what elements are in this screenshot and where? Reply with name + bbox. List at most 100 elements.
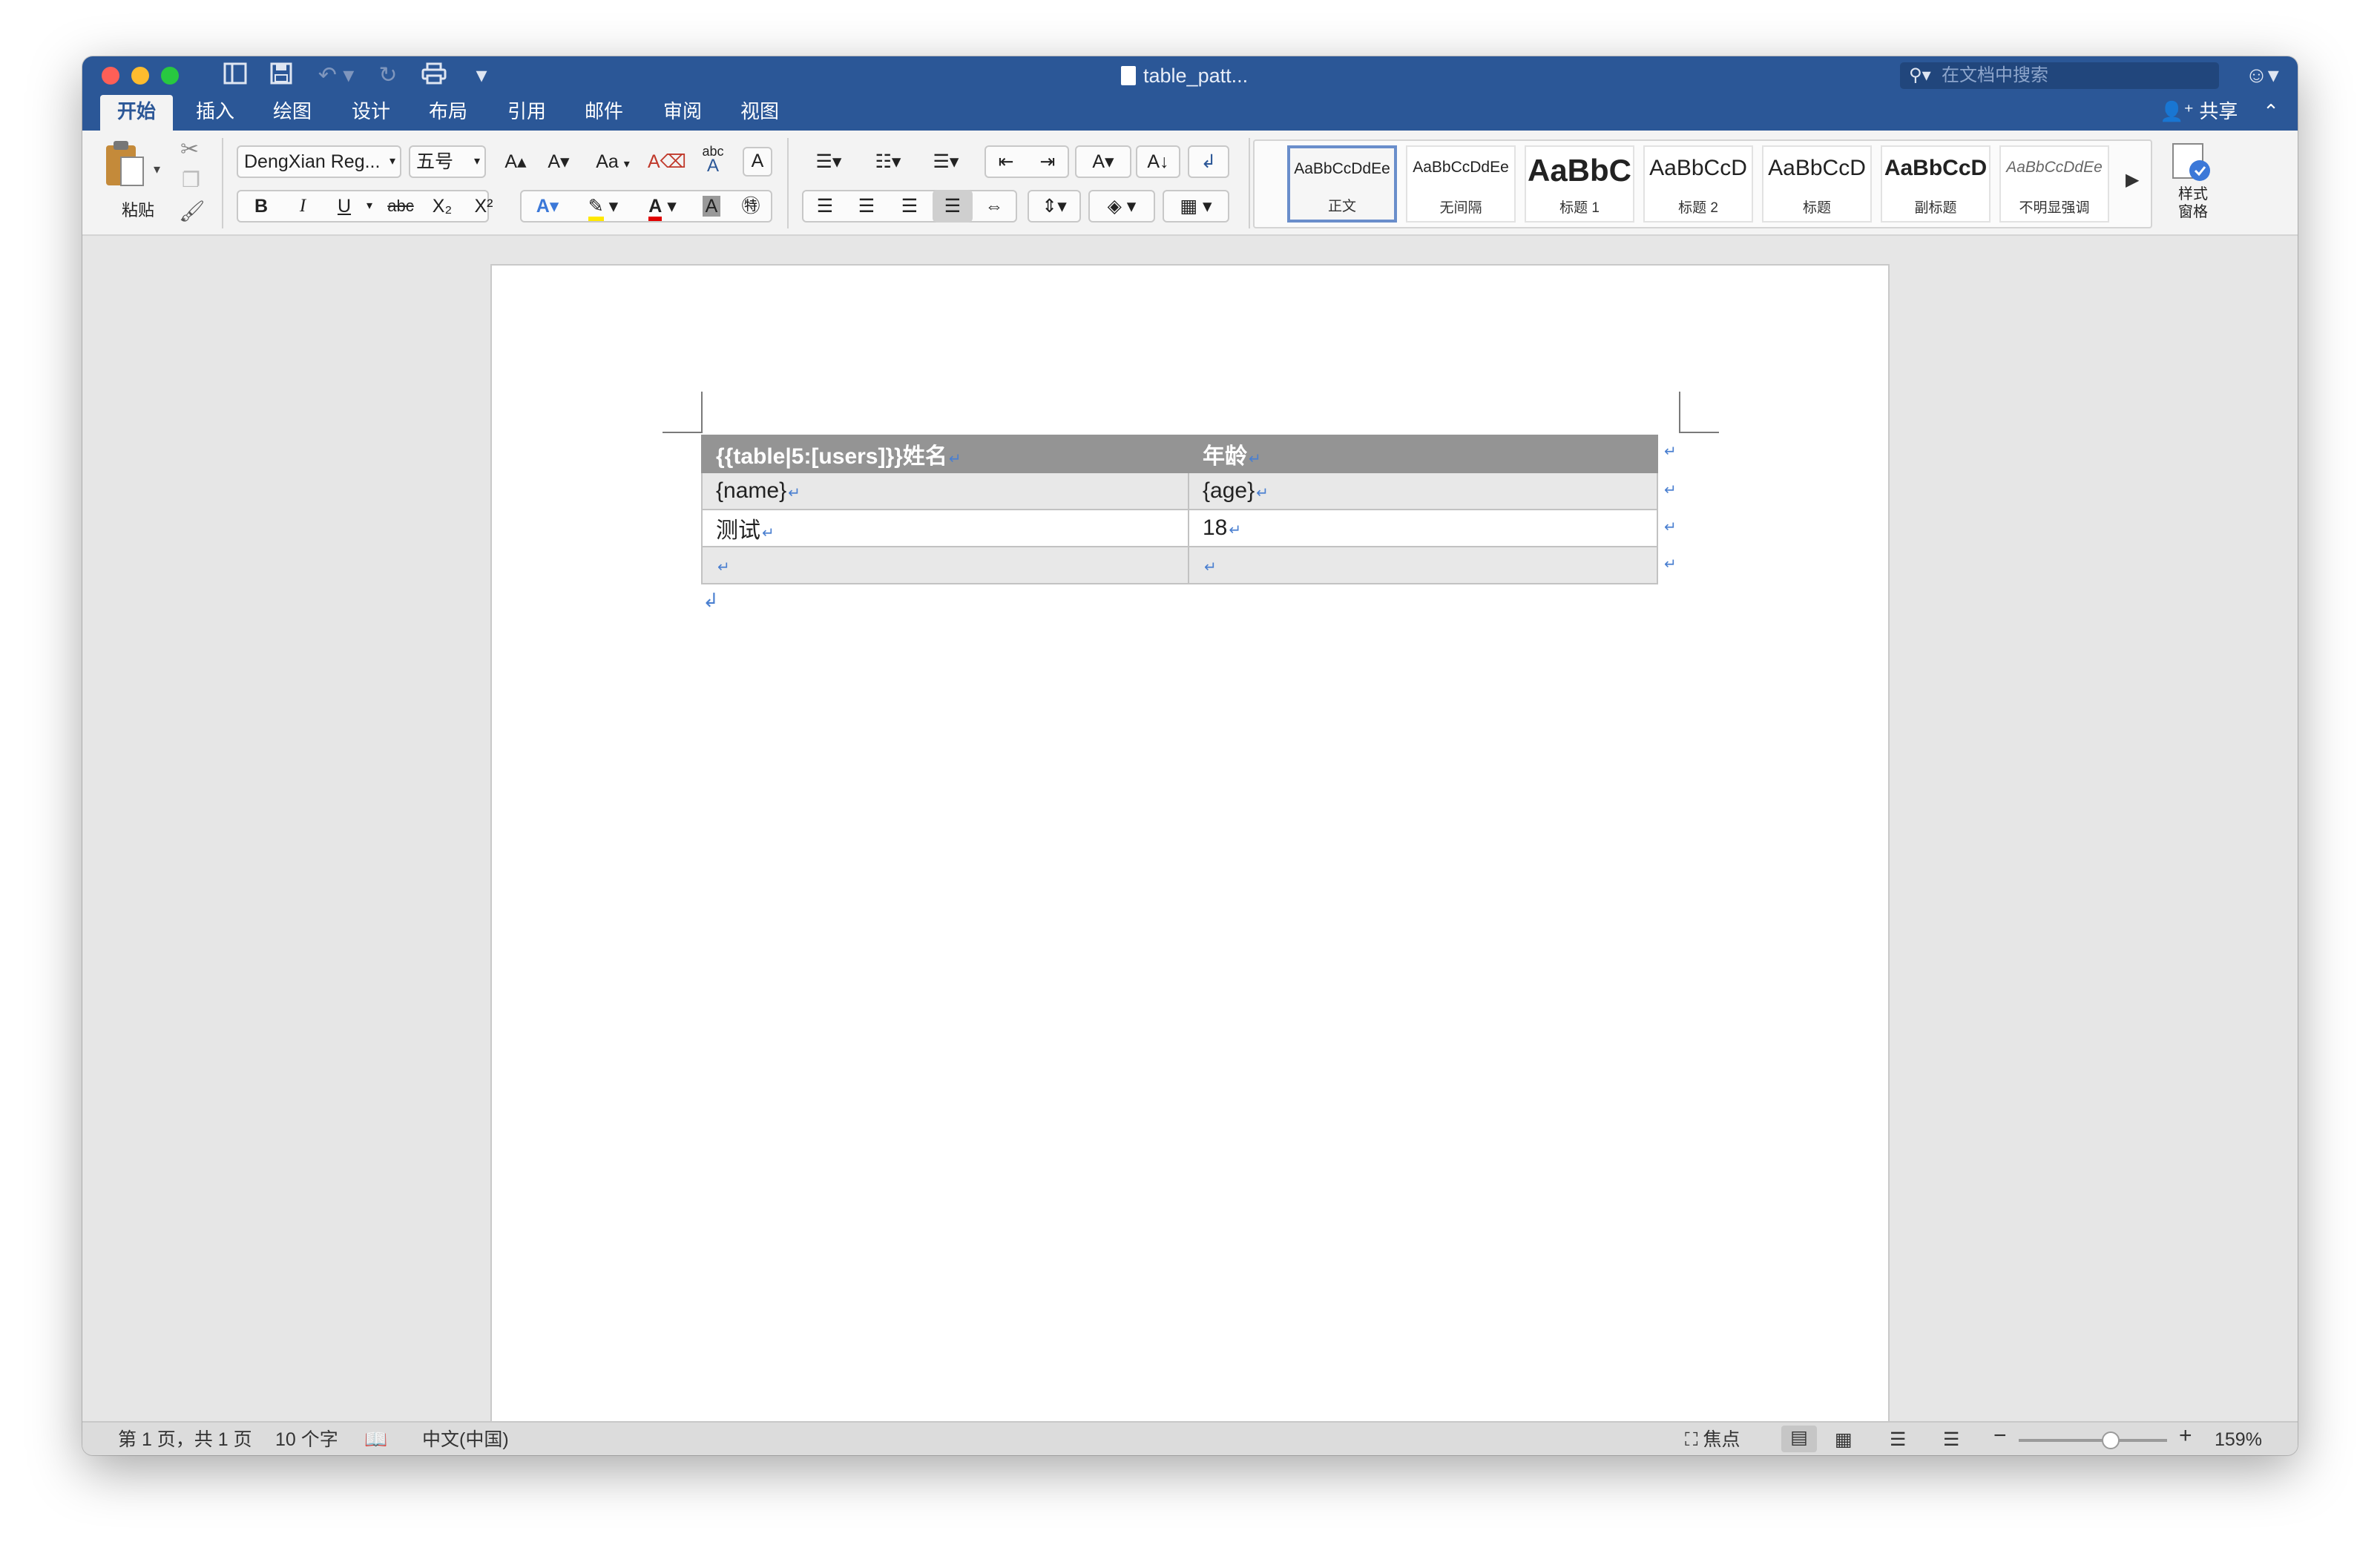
asian-layout-icon[interactable]: A▾ — [1075, 145, 1131, 178]
borders-icon[interactable]: ▦ ▾ — [1163, 190, 1229, 223]
zoom-window-button[interactable] — [161, 67, 179, 85]
share-button[interactable]: 👤⁺ 共享 — [2160, 95, 2256, 131]
tab-mailings[interactable]: 邮件 — [568, 95, 640, 131]
paste-dropdown-icon[interactable]: ▾ — [154, 162, 160, 177]
proofing-icon[interactable]: 📖 — [364, 1428, 387, 1452]
numbering-icon[interactable]: ☷▾ — [861, 145, 915, 178]
customize-toolbar-icon[interactable]: ▾ — [467, 62, 496, 89]
table-cell[interactable]: 18 ↵ — [1188, 509, 1658, 547]
data-table[interactable]: {{table|5:[users]}}姓名 ↵ 年龄 ↵ {name} ↵ {age}… — [701, 435, 1658, 584]
copy-icon[interactable]: ❐ — [182, 168, 200, 192]
justify-icon[interactable]: ☰ — [933, 190, 973, 223]
cut-icon[interactable]: ✂ — [180, 136, 199, 162]
zoom-slider-track[interactable] — [2019, 1439, 2167, 1442]
zoom-in-button[interactable]: + — [2179, 1424, 2192, 1448]
sort-icon[interactable]: A↓ — [1136, 145, 1180, 178]
zoom-out-button[interactable]: − — [1993, 1424, 2007, 1448]
bold-button[interactable]: B — [243, 190, 280, 223]
change-case-button[interactable]: Aa ▾ — [587, 145, 639, 178]
search-input[interactable]: ⚲▾ 在文档中搜索 — [1900, 62, 2219, 89]
style-subtitle[interactable]: AaBbCcD 副标题 — [1881, 145, 1991, 223]
multilevel-list-icon[interactable]: ☰▾ — [919, 145, 973, 178]
tab-home[interactable]: 开始 — [100, 95, 173, 131]
style-label: 标题 2 — [1678, 200, 1718, 216]
align-left-icon[interactable]: ☰ — [805, 190, 845, 223]
minimize-window-button[interactable] — [131, 67, 149, 85]
language-indicator[interactable]: 中文(中国) — [422, 1428, 509, 1452]
italic-button[interactable]: I — [284, 190, 321, 223]
underline-button[interactable]: U — [326, 190, 363, 223]
tab-design[interactable]: 设计 — [335, 95, 407, 131]
outline-view-icon[interactable]: ☰ — [1890, 1428, 1906, 1452]
header-age-text: 年龄 — [1203, 444, 1247, 469]
table-cell[interactable]: {name} ↵ — [701, 472, 1189, 510]
style-heading-1[interactable]: AaBbC 标题 1 — [1525, 145, 1634, 223]
underline-dropdown-icon[interactable]: ▾ — [361, 190, 378, 223]
style-heading-2[interactable]: AaBbCcD 标题 2 — [1643, 145, 1753, 223]
font-size-select[interactable]: 五号 ▾ — [409, 145, 486, 178]
line-spacing-icon[interactable]: ⇕▾ — [1028, 190, 1081, 223]
tab-review[interactable]: 审阅 — [646, 95, 719, 131]
subscript-button[interactable]: X₂ — [424, 190, 461, 223]
word-count[interactable]: 10 个字 — [275, 1428, 338, 1452]
smiley-feedback-icon[interactable]: ☺▾ — [2240, 62, 2284, 89]
focus-mode-button[interactable]: ⛶ 焦点 — [1685, 1428, 1740, 1452]
phonetic-guide-button[interactable]: abc A — [692, 142, 734, 175]
tab-draw[interactable]: 绘图 — [256, 95, 329, 131]
shading-icon[interactable]: ◈ ▾ — [1088, 190, 1155, 223]
superscript-button[interactable]: X² — [465, 190, 502, 223]
character-shading-icon[interactable]: A — [695, 190, 728, 223]
print-icon[interactable] — [418, 62, 450, 89]
zoom-level[interactable]: 159% — [2215, 1428, 2262, 1452]
font-name-select[interactable]: DengXian Reg... ▾ — [237, 145, 401, 178]
table-cell[interactable]: ↵ — [701, 546, 1189, 584]
style-normal[interactable]: AaBbCcDdEe 正文 — [1287, 145, 1397, 223]
table-cell[interactable]: {{table|5:[users]}}姓名 ↵ — [701, 435, 1189, 473]
styles-more-icon[interactable]: ▶ — [2126, 169, 2139, 191]
font-color-icon[interactable]: A ▾ — [636, 190, 689, 223]
document-page[interactable]: {{table|5:[users]}}姓名 ↵ 年龄 ↵ {name} ↵ {age}… — [492, 266, 1888, 1423]
tab-view[interactable]: 视图 — [723, 95, 796, 131]
page-count[interactable]: 第 1 页，共 1 页 — [118, 1428, 252, 1452]
text-effects-icon[interactable]: A▾ — [525, 190, 571, 223]
character-border-button[interactable]: A — [743, 147, 772, 177]
print-layout-icon[interactable]: ▤ — [1781, 1426, 1817, 1452]
increase-indent-icon[interactable]: ⇥ — [1028, 145, 1068, 178]
distributed-icon[interactable]: ⇔ — [974, 190, 1014, 223]
decrease-indent-icon[interactable]: ⇤ — [986, 145, 1026, 178]
highlight-color-icon[interactable]: ✎ ▾ — [576, 190, 630, 223]
bullets-icon[interactable]: ☰▾ — [802, 145, 855, 178]
collapse-ribbon-icon[interactable]: ⌃ — [2256, 95, 2286, 131]
sidebar-toggle-icon[interactable] — [220, 62, 250, 89]
tab-references[interactable]: 引用 — [490, 95, 563, 131]
table-cell[interactable]: 年龄 ↵ — [1188, 435, 1658, 473]
close-window-button[interactable] — [102, 67, 119, 85]
table-cell[interactable]: 测试 ↵ — [701, 509, 1189, 547]
document-area[interactable]: {{table|5:[users]}}姓名 ↵ 年龄 ↵ {name} ↵ {age}… — [82, 236, 2298, 1423]
tab-layout[interactable]: 布局 — [412, 95, 484, 131]
style-subtle-emphasis[interactable]: AaBbCcDdEe 不明显强调 — [1999, 145, 2109, 223]
style-no-spacing[interactable]: AaBbCcDdEe 无间隔 — [1406, 145, 1516, 223]
save-icon[interactable] — [266, 62, 296, 89]
styles-pane-button[interactable]: 样式 窗格 — [2160, 139, 2226, 228]
shrink-font-button[interactable]: A▾ — [538, 145, 579, 178]
format-painter-icon[interactable]: 🖌 — [179, 199, 206, 223]
enclose-characters-icon[interactable]: ㊕ — [732, 190, 769, 223]
zoom-slider-thumb[interactable] — [2102, 1431, 2120, 1449]
tab-insert[interactable]: 插入 — [179, 95, 252, 131]
web-layout-icon[interactable]: ▦ — [1835, 1428, 1853, 1452]
clear-formatting-icon[interactable]: A⌫ — [646, 145, 688, 178]
redo-icon[interactable]: ↻ — [373, 62, 403, 89]
draft-view-icon[interactable]: ☰ — [1943, 1428, 1959, 1452]
table-cell[interactable]: {age} ↵ — [1188, 472, 1658, 510]
align-center-icon[interactable]: ☰ — [847, 190, 887, 223]
show-paragraph-marks-icon[interactable]: ↲ — [1188, 145, 1229, 178]
style-title[interactable]: AaBbCcD 标题 — [1762, 145, 1872, 223]
paste-button[interactable] — [100, 138, 160, 194]
align-right-icon[interactable]: ☰ — [890, 190, 930, 223]
strikethrough-button[interactable]: abc — [379, 190, 422, 223]
grow-font-button[interactable]: A▴ — [495, 145, 536, 178]
undo-icon[interactable]: ↶ ▾ — [312, 62, 360, 89]
table-cell[interactable]: ↵ — [1188, 546, 1658, 584]
style-label: 标题 — [1802, 200, 1831, 216]
